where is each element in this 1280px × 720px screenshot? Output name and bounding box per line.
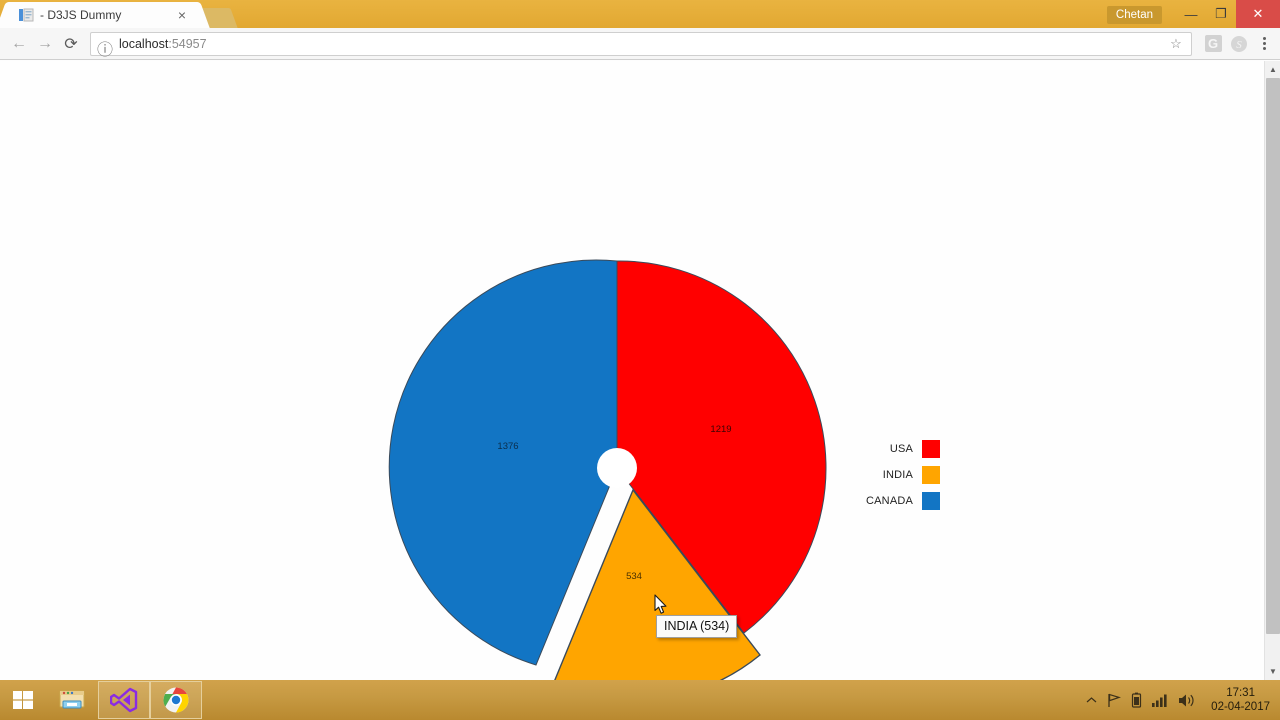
- legend-item-india[interactable]: INDIA: [866, 462, 941, 488]
- legend-item-usa[interactable]: USA: [866, 436, 941, 462]
- file-explorer-taskbar-icon[interactable]: [46, 681, 98, 719]
- chart-legend: USA INDIA CANADA: [866, 436, 941, 514]
- slice-label-canada: 1376: [497, 441, 518, 452]
- address-bar[interactable]: ⓘ localhost:54957 ☆: [90, 31, 1192, 59]
- maximize-button[interactable]: ❐: [1206, 0, 1236, 28]
- tab-title: - D3JS Dummy: [40, 8, 122, 22]
- slice-label-usa: 1219: [710, 424, 731, 435]
- legend-label: CANADA: [866, 495, 914, 507]
- pie-center-hole: [597, 448, 637, 488]
- legend-swatch-india: [922, 466, 941, 484]
- legend-item-canada[interactable]: CANADA: [866, 488, 941, 514]
- battery-icon[interactable]: [1131, 692, 1142, 708]
- close-icon[interactable]: ×: [174, 7, 190, 23]
- back-icon[interactable]: ←: [6, 31, 32, 57]
- google-chrome-taskbar-icon[interactable]: [150, 681, 202, 719]
- legend-label: USA: [889, 443, 914, 455]
- browser-window: - D3JS Dummy × Chetan — ❐ ✕ ← → ⟳ ⓘ loca…: [0, 0, 1280, 680]
- reload-icon[interactable]: ⟳: [58, 31, 84, 57]
- tab-strip: - D3JS Dummy × Chetan — ❐ ✕: [0, 0, 1280, 28]
- mouse-cursor: [654, 594, 668, 620]
- minimize-button[interactable]: —: [1176, 0, 1206, 28]
- volume-icon[interactable]: [1178, 693, 1195, 708]
- clock-time: 17:31: [1226, 687, 1255, 699]
- taskbar-clock[interactable]: 17:31 02-04-2017: [1205, 686, 1270, 714]
- scroll-up-arrow-icon[interactable]: ▲: [1265, 61, 1280, 78]
- browser-tab[interactable]: - D3JS Dummy ×: [8, 2, 198, 28]
- pie-slice-canada[interactable]: [388, 259, 618, 666]
- bookmark-star-icon[interactable]: ☆: [1167, 36, 1185, 52]
- close-window-button[interactable]: ✕: [1236, 0, 1280, 28]
- page-favicon: [18, 7, 34, 23]
- skype-extension-icon[interactable]: S: [1228, 33, 1250, 55]
- window-controls: Chetan — ❐ ✕: [1106, 0, 1280, 28]
- d3-pie-chart: 1219 1376 534 USA INDIA CANADA INDIA (53…: [0, 61, 1264, 680]
- page-viewport: 1219 1376 534 USA INDIA CANADA INDIA (53…: [0, 61, 1280, 680]
- show-hidden-icons-icon[interactable]: [1086, 696, 1097, 705]
- action-center-flag-icon[interactable]: [1107, 693, 1122, 708]
- clock-date: 02-04-2017: [1211, 701, 1270, 713]
- scrollbar-thumb[interactable]: [1266, 78, 1280, 634]
- browser-toolbar: ← → ⟳ ⓘ localhost:54957 ☆ G S: [0, 28, 1280, 60]
- url-host: localhost: [119, 36, 169, 51]
- windows-start-button[interactable]: [0, 680, 46, 720]
- url-port: :54957: [168, 36, 207, 51]
- legend-label: INDIA: [882, 469, 914, 481]
- profile-chip[interactable]: Chetan: [1106, 6, 1162, 24]
- chart-tooltip: INDIA (534): [656, 615, 738, 638]
- legend-swatch-usa: [922, 440, 941, 458]
- site-info-icon[interactable]: ⓘ: [97, 36, 113, 59]
- legend-swatch-canada: [922, 492, 941, 510]
- pie-chart-svg: 1219 1376 534: [388, 259, 827, 680]
- slice-label-india: 534: [626, 571, 642, 582]
- svg-text:S: S: [1236, 39, 1242, 51]
- page-scrollbar[interactable]: ▲ ▼: [1264, 61, 1280, 680]
- network-signal-icon[interactable]: [1152, 693, 1168, 707]
- grammarly-extension-icon[interactable]: G: [1202, 33, 1224, 55]
- forward-icon[interactable]: →: [32, 31, 58, 57]
- scroll-down-arrow-icon[interactable]: ▼: [1265, 663, 1280, 680]
- windows-taskbar: 17:31 02-04-2017: [0, 680, 1280, 720]
- system-tray: 17:31 02-04-2017: [1086, 686, 1280, 714]
- visual-studio-taskbar-icon[interactable]: [98, 681, 150, 719]
- chrome-menu-icon[interactable]: [1254, 37, 1274, 50]
- url-text: localhost:54957: [119, 37, 1167, 51]
